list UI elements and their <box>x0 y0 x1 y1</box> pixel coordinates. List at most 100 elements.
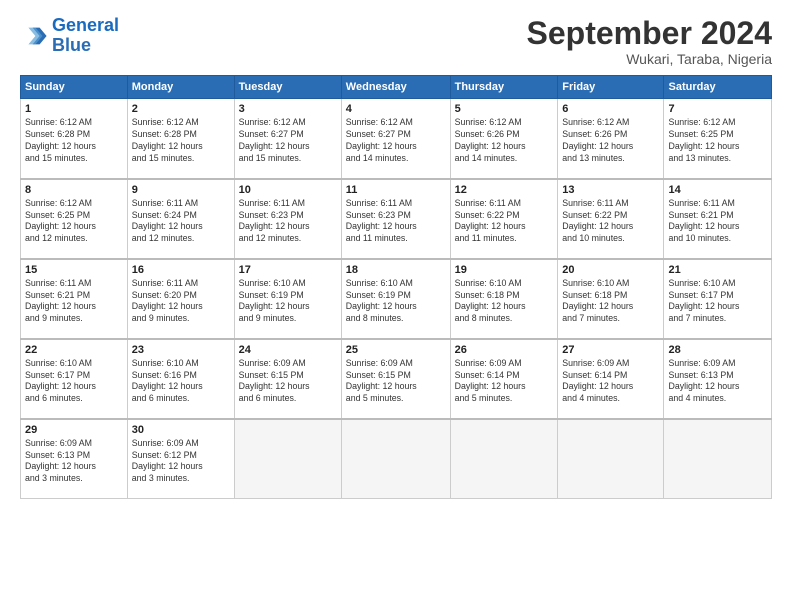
day-cell: 19Sunrise: 6:10 AM Sunset: 6:18 PM Dayli… <box>450 259 558 339</box>
day-cell: 13 Sunrise: 6:11 AM Sunset: 6:22 PM Dayli… <box>558 179 664 259</box>
day-number: 11 <box>346 184 446 196</box>
day-info: Sunrise: 6:09 AM Sunset: 6:14 PM Dayligh… <box>455 358 554 406</box>
logo: General Blue <box>20 16 119 56</box>
day-info: Sunrise: 6:11 AM Sunset: 6:23 PM Dayligh… <box>239 198 337 246</box>
day-cell <box>234 419 341 499</box>
day-cell: 30 Sunrise: 6:09 AM Sunset: 6:12 PM Dayli… <box>127 419 234 499</box>
day-cell: 11 Sunrise: 6:11 AM Sunset: 6:23 PM Dayli… <box>341 179 450 259</box>
day-info: Sunrise: 6:11 AM Sunset: 6:23 PM Dayligh… <box>346 198 446 246</box>
day-info: Sunrise: 6:11 AM Sunset: 6:21 PM Dayligh… <box>25 278 123 326</box>
day-cell: 4 Sunrise: 6:12 AM Sunset: 6:27 PM Daylig… <box>341 99 450 179</box>
day-number: 17 <box>239 264 337 276</box>
day-cell: 1 Sunrise: 6:12 AM Sunset: 6:28 PM Daylig… <box>21 99 128 179</box>
col-header-saturday: Saturday <box>664 76 772 99</box>
header: General Blue September 2024 Wukari, Tara… <box>20 16 772 67</box>
day-info: Sunrise: 6:09 AM Sunset: 6:12 PM Dayligh… <box>132 438 230 486</box>
day-number: 28 <box>668 344 767 356</box>
day-number: 20 <box>562 264 659 276</box>
logo-general: General <box>52 15 119 35</box>
day-number: 9 <box>132 184 230 196</box>
day-cell: 23Sunrise: 6:10 AM Sunset: 6:16 PM Dayli… <box>127 339 234 419</box>
title-block: September 2024 Wukari, Taraba, Nigeria <box>527 16 772 67</box>
day-number: 13 <box>562 184 659 196</box>
day-info: Sunrise: 6:09 AM Sunset: 6:15 PM Dayligh… <box>239 358 337 406</box>
logo-icon <box>20 22 48 50</box>
day-number: 18 <box>346 264 446 276</box>
logo-text: General Blue <box>52 16 119 56</box>
day-cell <box>450 419 558 499</box>
day-info: Sunrise: 6:12 AM Sunset: 6:27 PM Dayligh… <box>346 117 446 165</box>
day-number: 24 <box>239 344 337 356</box>
col-header-monday: Monday <box>127 76 234 99</box>
col-header-sunday: Sunday <box>21 76 128 99</box>
week-row-4: 22Sunrise: 6:10 AM Sunset: 6:17 PM Dayli… <box>21 339 772 419</box>
day-info: Sunrise: 6:11 AM Sunset: 6:22 PM Dayligh… <box>562 198 659 246</box>
day-info: Sunrise: 6:12 AM Sunset: 6:25 PM Dayligh… <box>25 198 123 246</box>
day-number: 2 <box>132 103 230 115</box>
day-cell: 22Sunrise: 6:10 AM Sunset: 6:17 PM Dayli… <box>21 339 128 419</box>
day-info: Sunrise: 6:09 AM Sunset: 6:15 PM Dayligh… <box>346 358 446 406</box>
day-cell: 14Sunrise: 6:11 AM Sunset: 6:21 PM Dayli… <box>664 179 772 259</box>
location-subtitle: Wukari, Taraba, Nigeria <box>527 51 772 67</box>
day-cell: 29 Sunrise: 6:09 AM Sunset: 6:13 PM Dayli… <box>21 419 128 499</box>
day-info: Sunrise: 6:11 AM Sunset: 6:22 PM Dayligh… <box>455 198 554 246</box>
col-header-friday: Friday <box>558 76 664 99</box>
logo-blue: Blue <box>52 36 119 56</box>
day-info: Sunrise: 6:10 AM Sunset: 6:17 PM Dayligh… <box>668 278 767 326</box>
day-cell: 7Sunrise: 6:12 AM Sunset: 6:25 PM Daylig… <box>664 99 772 179</box>
day-number: 6 <box>562 103 659 115</box>
day-info: Sunrise: 6:12 AM Sunset: 6:26 PM Dayligh… <box>562 117 659 165</box>
day-number: 21 <box>668 264 767 276</box>
day-info: Sunrise: 6:12 AM Sunset: 6:25 PM Dayligh… <box>668 117 767 165</box>
day-number: 14 <box>668 184 767 196</box>
day-cell: 21 Sunrise: 6:10 AM Sunset: 6:17 PM Dayli… <box>664 259 772 339</box>
day-number: 29 <box>25 424 123 436</box>
day-number: 16 <box>132 264 230 276</box>
day-info: Sunrise: 6:10 AM Sunset: 6:19 PM Dayligh… <box>239 278 337 326</box>
day-info: Sunrise: 6:10 AM Sunset: 6:18 PM Dayligh… <box>455 278 554 326</box>
day-cell: 5 Sunrise: 6:12 AM Sunset: 6:26 PM Daylig… <box>450 99 558 179</box>
day-cell: 15 Sunrise: 6:11 AM Sunset: 6:21 PM Dayli… <box>21 259 128 339</box>
day-cell: 24 Sunrise: 6:09 AM Sunset: 6:15 PM Dayli… <box>234 339 341 419</box>
page: General Blue September 2024 Wukari, Tara… <box>0 0 792 612</box>
col-header-thursday: Thursday <box>450 76 558 99</box>
col-header-tuesday: Tuesday <box>234 76 341 99</box>
week-row-5: 29 Sunrise: 6:09 AM Sunset: 6:13 PM Dayli… <box>21 419 772 499</box>
day-info: Sunrise: 6:12 AM Sunset: 6:26 PM Dayligh… <box>455 117 554 165</box>
day-number: 23 <box>132 344 230 356</box>
day-info: Sunrise: 6:09 AM Sunset: 6:14 PM Dayligh… <box>562 358 659 406</box>
day-number: 4 <box>346 103 446 115</box>
col-header-wednesday: Wednesday <box>341 76 450 99</box>
day-cell <box>341 419 450 499</box>
month-title: September 2024 <box>527 16 772 51</box>
day-info: Sunrise: 6:10 AM Sunset: 6:18 PM Dayligh… <box>562 278 659 326</box>
day-cell: 18Sunrise: 6:10 AM Sunset: 6:19 PM Dayli… <box>341 259 450 339</box>
day-info: Sunrise: 6:10 AM Sunset: 6:17 PM Dayligh… <box>25 358 123 406</box>
day-cell: 17 Sunrise: 6:10 AM Sunset: 6:19 PM Dayli… <box>234 259 341 339</box>
day-number: 30 <box>132 424 230 436</box>
day-number: 3 <box>239 103 337 115</box>
day-info: Sunrise: 6:09 AM Sunset: 6:13 PM Dayligh… <box>668 358 767 406</box>
day-number: 25 <box>346 344 446 356</box>
day-number: 15 <box>25 264 123 276</box>
day-cell: 10Sunrise: 6:11 AM Sunset: 6:23 PM Dayli… <box>234 179 341 259</box>
calendar-table: SundayMondayTuesdayWednesdayThursdayFrid… <box>20 75 772 499</box>
day-cell: 8 Sunrise: 6:12 AM Sunset: 6:25 PM Daylig… <box>21 179 128 259</box>
day-info: Sunrise: 6:12 AM Sunset: 6:28 PM Dayligh… <box>132 117 230 165</box>
day-number: 1 <box>25 103 123 115</box>
day-info: Sunrise: 6:09 AM Sunset: 6:13 PM Dayligh… <box>25 438 123 486</box>
day-cell: 16Sunrise: 6:11 AM Sunset: 6:20 PM Dayli… <box>127 259 234 339</box>
day-number: 26 <box>455 344 554 356</box>
day-cell <box>558 419 664 499</box>
day-number: 8 <box>25 184 123 196</box>
day-info: Sunrise: 6:12 AM Sunset: 6:28 PM Dayligh… <box>25 117 123 165</box>
day-cell <box>664 419 772 499</box>
week-row-2: 8 Sunrise: 6:12 AM Sunset: 6:25 PM Daylig… <box>21 179 772 259</box>
day-cell: 2 Sunrise: 6:12 AM Sunset: 6:28 PM Daylig… <box>127 99 234 179</box>
day-cell: 20 Sunrise: 6:10 AM Sunset: 6:18 PM Dayli… <box>558 259 664 339</box>
day-cell: 9Sunrise: 6:11 AM Sunset: 6:24 PM Daylig… <box>127 179 234 259</box>
day-info: Sunrise: 6:12 AM Sunset: 6:27 PM Dayligh… <box>239 117 337 165</box>
calendar-header-row: SundayMondayTuesdayWednesdayThursdayFrid… <box>21 76 772 99</box>
day-cell: 3 Sunrise: 6:12 AM Sunset: 6:27 PM Daylig… <box>234 99 341 179</box>
day-number: 5 <box>455 103 554 115</box>
